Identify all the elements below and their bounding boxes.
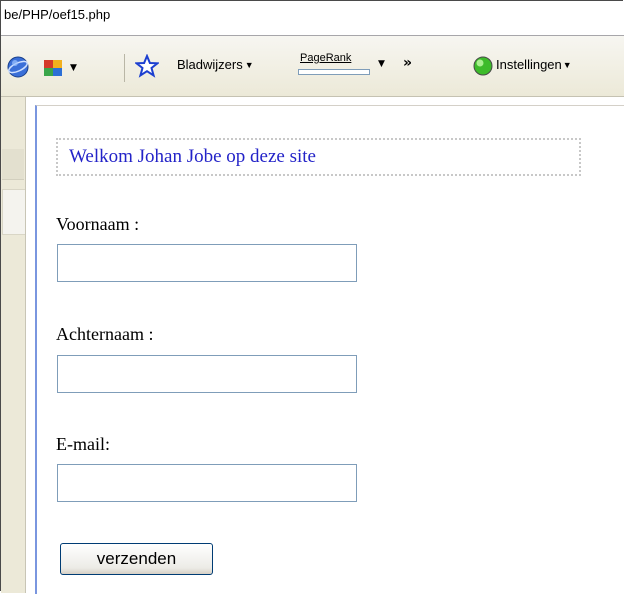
last-name-label: Achternaam : [56, 324, 154, 344]
bookmarks-dropdown-icon: ▼ [244, 59, 254, 70]
last-name-input[interactable] [57, 355, 357, 393]
bookmarks-label: Bladwijzers [177, 57, 243, 72]
welcome-banner: Welkom Johan Jobe op deze site [56, 138, 581, 176]
first-name-input[interactable] [57, 244, 357, 282]
welcome-text: Welkom Johan Jobe op deze site [69, 146, 316, 167]
browser-window: be/PHP/oef15.php ▼ Bladwijzers ▼ PageRan… [0, 0, 624, 594]
settings-dropdown-icon: ▼ [562, 59, 572, 70]
sidebar-strip [1, 97, 26, 593]
pagerank-widget[interactable]: PageRank ▼ [298, 52, 385, 82]
puzzle-dropdown-arrow-icon[interactable]: ▼ [70, 63, 77, 73]
puzzle-icon[interactable] [42, 56, 64, 78]
pagerank-label: PageRank [300, 52, 352, 64]
email-label: E-mail: [56, 434, 110, 454]
toolbar-more-chevron-icon[interactable]: » [403, 55, 412, 71]
toolbar: ▼ Bladwijzers ▼ PageRank ▼ » Instellinge… [1, 36, 624, 97]
settings-menu[interactable]: Instellingen ▼ [496, 57, 572, 72]
pagerank-bar [298, 69, 370, 75]
globe-icon[interactable] [7, 56, 29, 78]
sidebar-tab[interactable] [2, 149, 24, 180]
address-bar[interactable]: be/PHP/oef15.php [1, 1, 624, 36]
pagerank-dropdown-icon: ▼ [378, 59, 385, 69]
page-content: Welkom Johan Jobe op deze site Voornaam … [35, 105, 624, 594]
toolbar-separator [124, 54, 125, 82]
submit-button[interactable]: verzenden [60, 543, 213, 575]
settings-label: Instellingen [496, 57, 562, 72]
green-status-icon[interactable] [472, 55, 494, 77]
first-name-label: Voornaam : [56, 214, 140, 234]
star-icon[interactable] [135, 54, 159, 78]
bookmarks-menu[interactable]: Bladwijzers ▼ [177, 57, 254, 72]
address-url[interactable]: be/PHP/oef15.php [4, 7, 110, 22]
email-input[interactable] [57, 464, 357, 502]
sidebar-tab[interactable] [2, 189, 25, 235]
